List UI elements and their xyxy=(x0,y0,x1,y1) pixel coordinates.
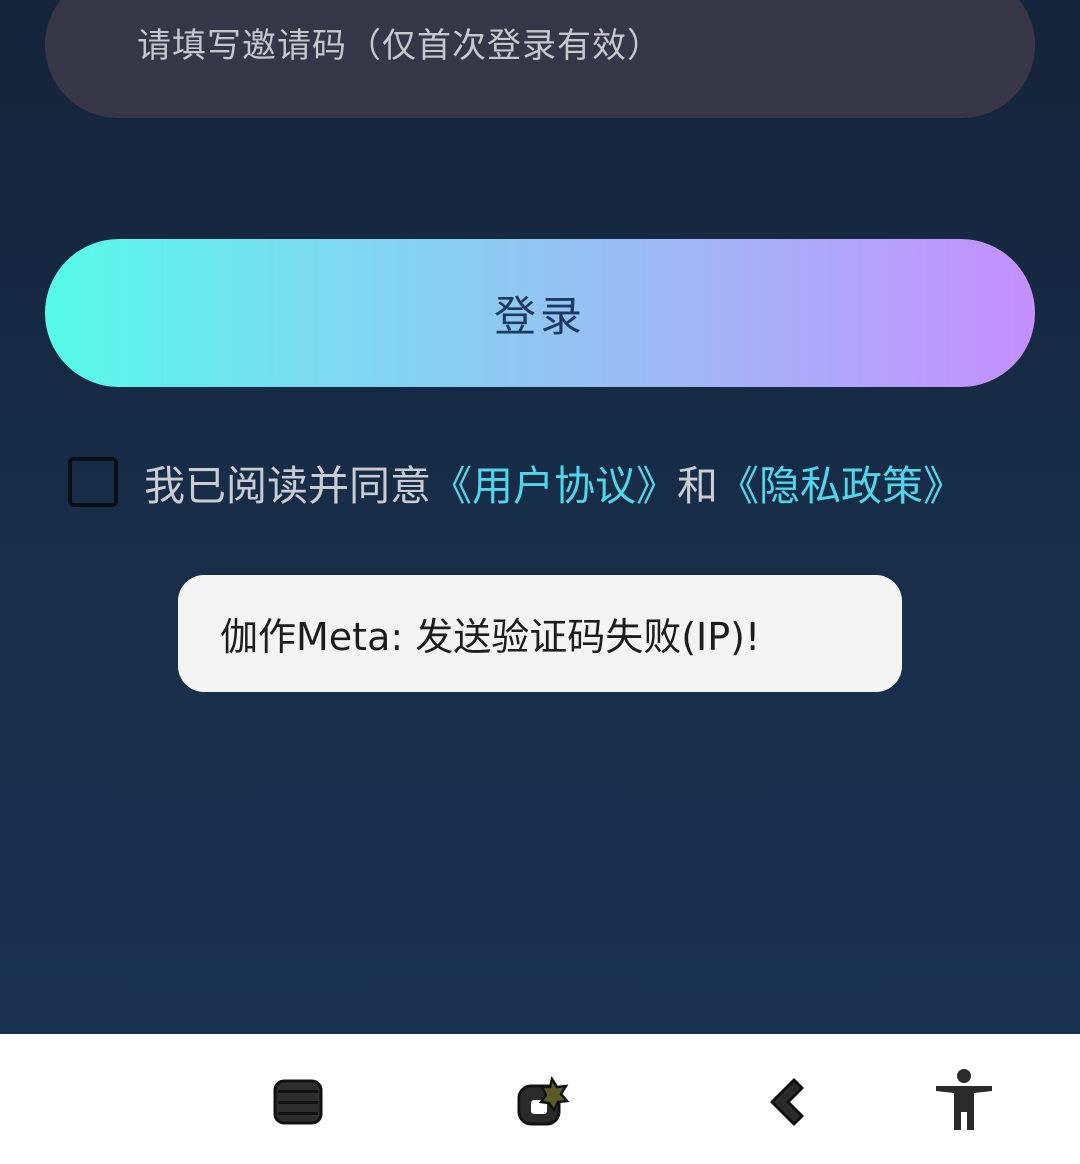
error-toast: 伽作Meta: 发送验证码失败(IP)! xyxy=(178,575,902,692)
agreement-row: 我已阅读并同意 《用户协议》 和 《隐私政策》 xyxy=(68,452,964,512)
system-navigation-bar xyxy=(0,1034,1080,1164)
app-switch-icon[interactable] xyxy=(514,1074,570,1130)
menu-icon[interactable] xyxy=(270,1074,326,1130)
agreement-prefix-text: 我已阅读并同意 xyxy=(144,462,431,510)
back-icon[interactable] xyxy=(758,1074,814,1130)
agreement-checkbox[interactable] xyxy=(68,457,118,507)
user-agreement-link[interactable]: 《用户协议》 xyxy=(431,452,677,512)
agreement-conjunction-text: 和 xyxy=(677,462,718,510)
accessibility-icon[interactable] xyxy=(934,1068,994,1132)
toast-message: 伽作Meta: 发送验证码失败(IP)! xyxy=(220,615,761,659)
login-button[interactable]: 登录 xyxy=(45,239,1035,387)
login-screen: 请填写邀请码（仅首次登录有效） 登录 我已阅读并同意 《用户协议》 和 《隐私政… xyxy=(0,0,1080,1164)
invite-code-input-box[interactable] xyxy=(45,0,1035,118)
privacy-policy-link[interactable]: 《隐私政策》 xyxy=(718,452,964,512)
